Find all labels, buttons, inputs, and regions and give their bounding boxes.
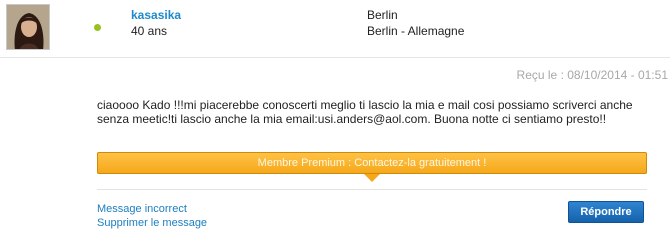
reply-button[interactable]: Répondre <box>568 201 644 223</box>
premium-banner-pointer <box>364 174 380 182</box>
sender-header: kasasika 40 ans Berlin Berlin - Allemagn… <box>0 0 670 58</box>
sender-age: 40 ans <box>131 24 168 38</box>
avatar[interactable] <box>6 4 50 50</box>
message-body: ciaoooo Kado !!!mi piacerebbe conoscerti… <box>97 98 633 126</box>
report-message-link[interactable]: Message incorrect <box>97 203 187 215</box>
avatar-photo <box>7 5 49 49</box>
delete-message-link[interactable]: Supprimer le message <box>97 217 207 229</box>
received-date: Reçu le : 08/10/2014 - 01:51 <box>516 68 668 82</box>
sender-city: Berlin <box>367 8 398 22</box>
sender-username-link[interactable]: kasasika <box>131 8 181 22</box>
divider <box>97 189 647 190</box>
online-status-indicator <box>94 24 101 31</box>
premium-contact-banner[interactable]: Membre Premium : Contactez-la gratuiteme… <box>97 152 647 174</box>
sender-region: Berlin - Allemagne <box>367 24 465 38</box>
